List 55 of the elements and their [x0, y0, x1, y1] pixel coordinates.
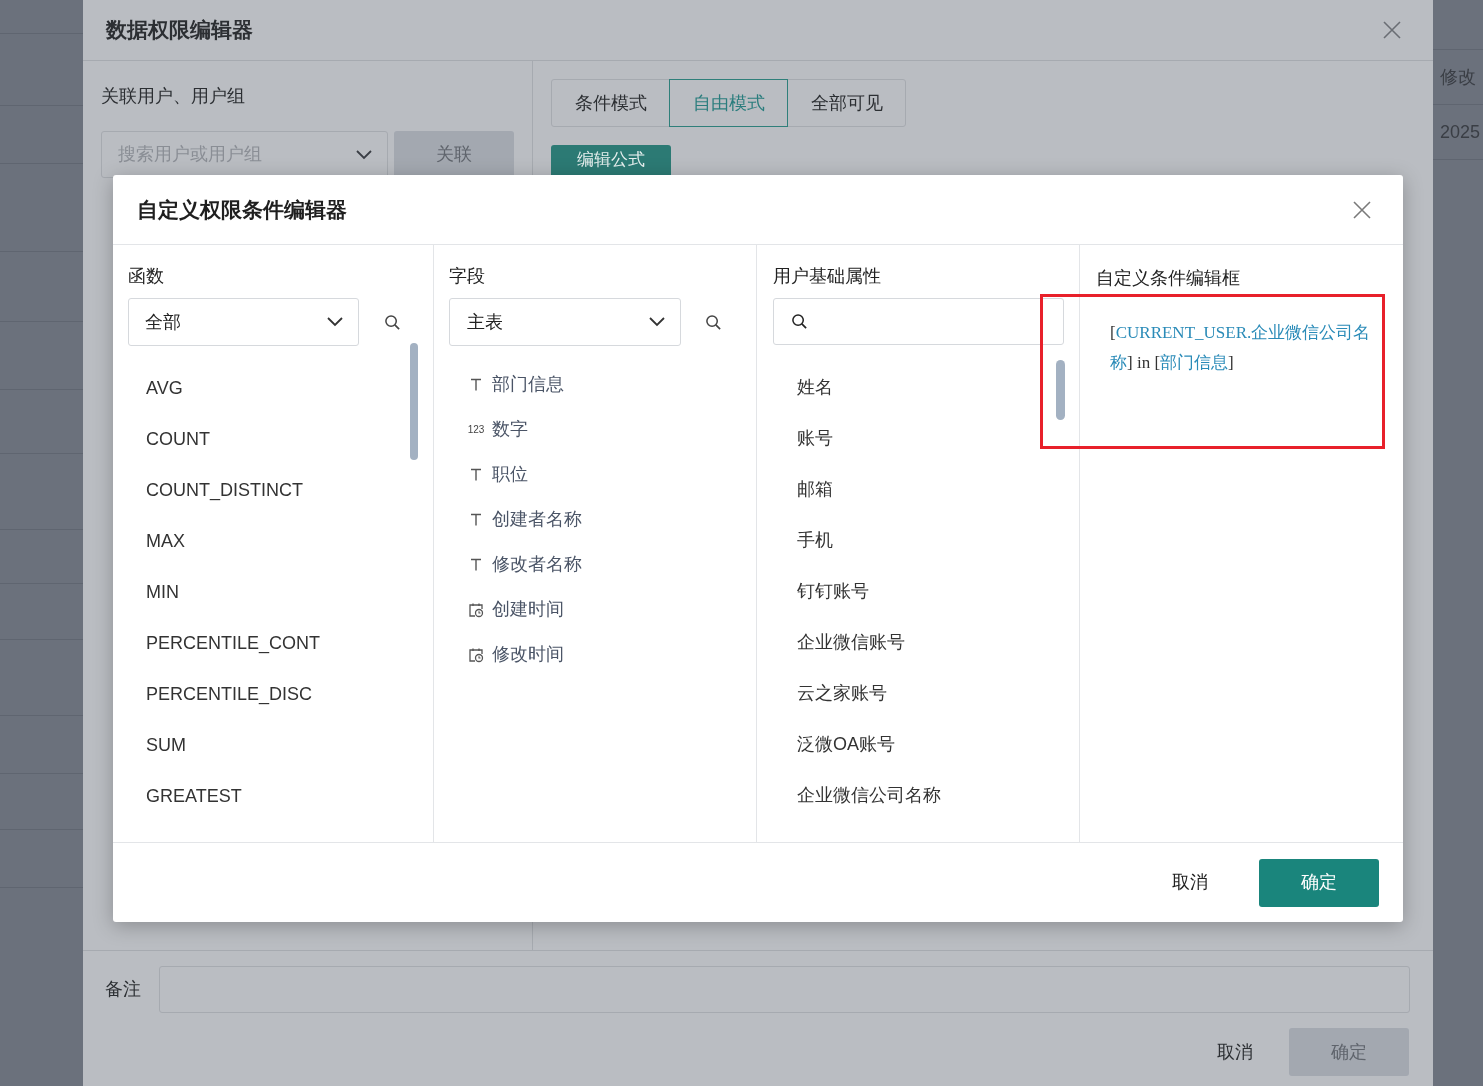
attribute-item[interactable]: 手机 [797, 515, 1064, 566]
attribute-item[interactable]: 云之家账号 [797, 668, 1064, 719]
function-filter-select[interactable]: 全部 [128, 298, 359, 346]
function-item[interactable]: PERCENTILE_CONT [146, 618, 433, 669]
close-icon[interactable] [1383, 21, 1401, 39]
scrollbar-thumb[interactable] [410, 343, 418, 460]
attribute-item[interactable]: 企业微信公司名称 [797, 770, 1064, 821]
dialog-title: 数据权限编辑器 [106, 17, 253, 44]
mode-tab[interactable]: 全部可见 [787, 79, 906, 127]
mode-tab[interactable]: 条件模式 [551, 79, 670, 127]
field-item[interactable]: 创建者名称 [492, 506, 582, 533]
attribute-search-field[interactable] [773, 298, 1064, 345]
text-type-icon [470, 378, 482, 391]
search-icon[interactable] [791, 313, 808, 330]
function-item[interactable]: AVG [146, 363, 433, 414]
note-label: 备注 [105, 978, 142, 1001]
field-item[interactable]: 修改者名称 [492, 551, 582, 578]
field-item[interactable]: 职位 [492, 461, 528, 488]
table-select[interactable]: 主表 [449, 298, 681, 346]
search-icon[interactable] [384, 313, 401, 331]
attribute-item[interactable]: 邮箱 [797, 464, 1064, 515]
attribute-item[interactable]: 账号 [797, 413, 1064, 464]
search-icon[interactable] [705, 313, 722, 331]
column-heading: 字段 [449, 265, 486, 288]
function-item[interactable]: SUM [146, 720, 433, 771]
attribute-item[interactable]: 钉钉账号 [797, 566, 1064, 617]
column-heading: 用户基础属性 [773, 265, 882, 288]
column-heading: 自定义条件编辑框 [1096, 267, 1241, 290]
close-icon[interactable] [1353, 200, 1371, 219]
cancel-button[interactable]: 取消 [1156, 858, 1224, 907]
function-item[interactable]: PERCENTILE_DISC [146, 669, 433, 720]
field-item[interactable]: 数字 [492, 416, 528, 443]
function-item[interactable]: GREATEST [146, 771, 433, 822]
text-type-icon [470, 468, 482, 481]
attribute-item[interactable]: 企业微信账号 [797, 617, 1064, 668]
text-type-icon [470, 558, 482, 571]
confirm-button[interactable]: 确定 [1259, 858, 1379, 907]
number-type-label: 123 [467, 424, 485, 435]
calendar-clock-icon [468, 601, 484, 618]
column-heading: 函数 [128, 265, 165, 288]
condition-expression[interactable]: [CURRENT_USER.企业微信公司名称] in [部门信息] [1096, 318, 1372, 378]
section-label: 关联用户、用户组 [101, 85, 246, 108]
cancel-button[interactable]: 取消 [1201, 1028, 1269, 1076]
function-item[interactable]: MIN [146, 567, 433, 618]
scrollbar-thumb[interactable] [1056, 360, 1065, 420]
field-item[interactable]: 部门信息 [492, 371, 564, 398]
field-item[interactable]: 创建时间 [492, 596, 564, 623]
modal-title: 自定义权限条件编辑器 [137, 196, 347, 223]
function-item[interactable]: MAX [146, 516, 433, 567]
function-item[interactable]: COUNT_DISTINCT [146, 465, 433, 516]
function-item[interactable]: COUNT [146, 414, 433, 465]
field-item[interactable]: 修改时间 [492, 641, 564, 668]
text-type-icon [470, 513, 482, 526]
attribute-item[interactable]: 泛微OA账号 [797, 719, 1064, 770]
calendar-clock-icon [468, 646, 484, 663]
